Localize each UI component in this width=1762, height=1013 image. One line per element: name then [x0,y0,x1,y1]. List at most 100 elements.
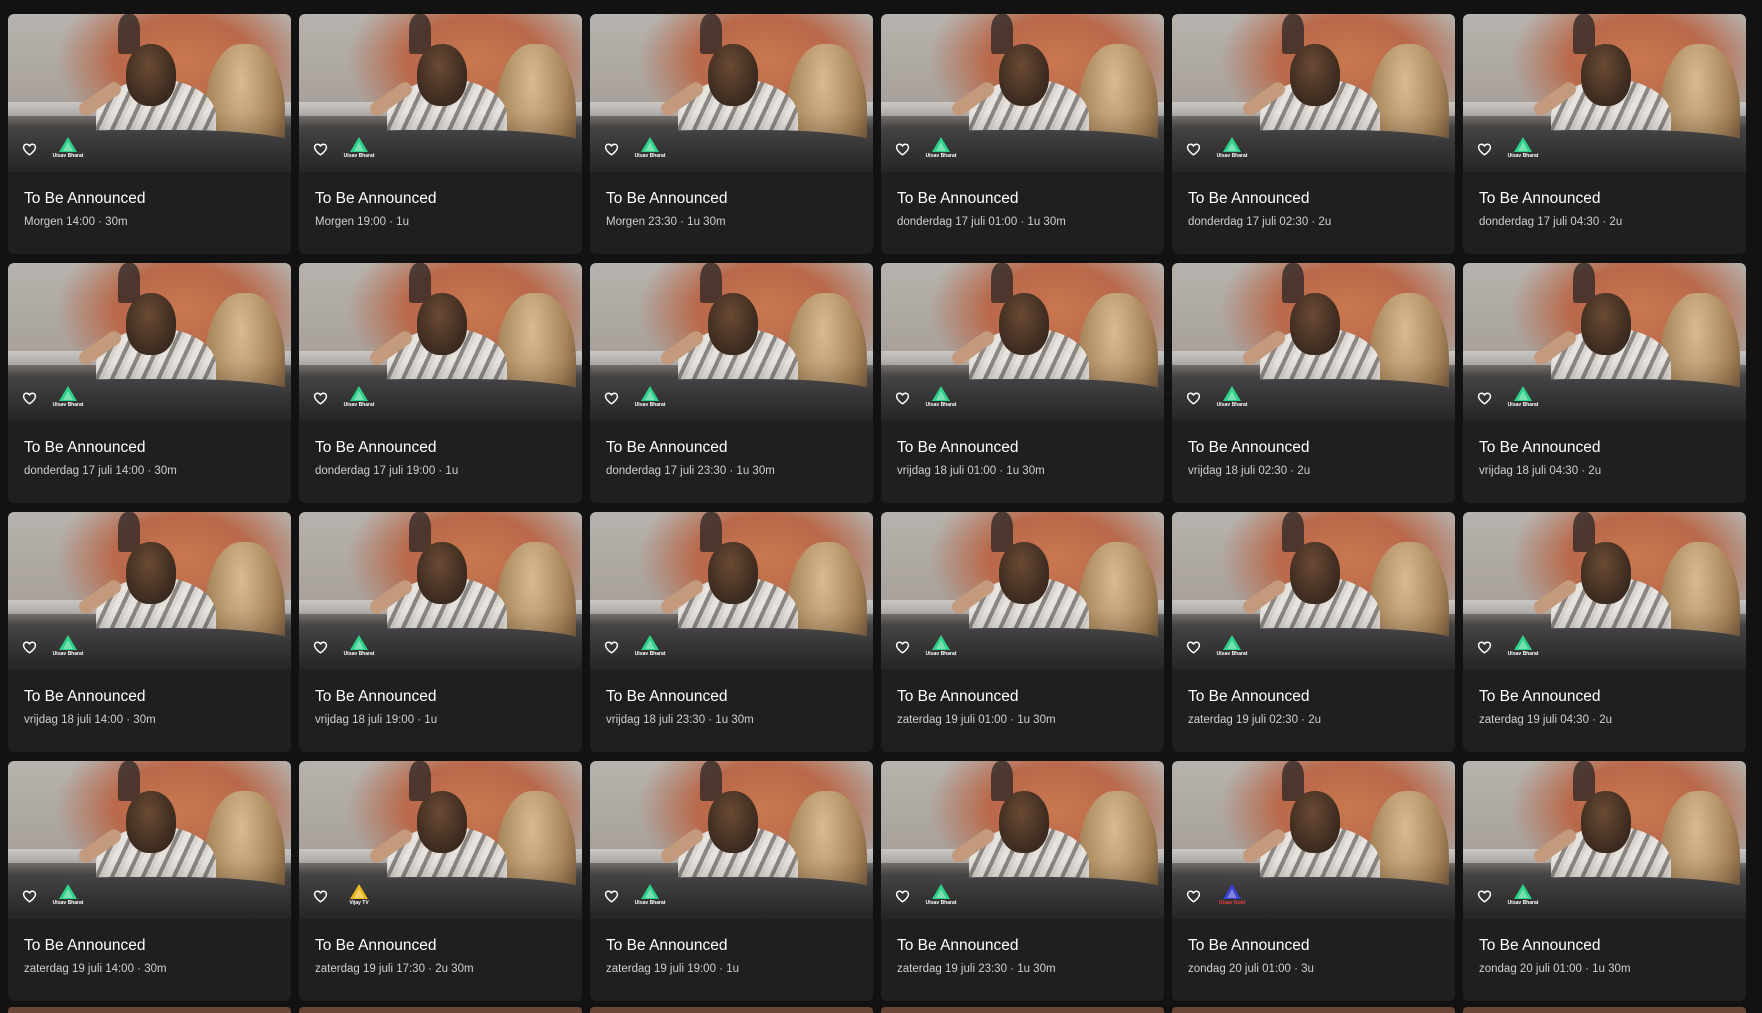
channel-logo-icon: Utsav Bharat [339,136,379,166]
favorite-heart-icon[interactable] [1182,885,1204,907]
peek-card[interactable] [1172,1007,1455,1013]
program-card[interactable]: Utsav Bharat To Be Announced donderdag 1… [590,263,873,503]
channel-name: Utsav Bharat [1216,402,1248,408]
program-card[interactable]: Utsav Bharat To Be Announced donderdag 1… [8,263,291,503]
program-card[interactable]: Utsav Bharat To Be Announced zaterdag 19… [881,512,1164,752]
channel-name: Vijay TV [349,900,369,906]
program-title: To Be Announced [315,190,437,207]
favorite-heart-icon[interactable] [600,138,622,160]
channel-name: Utsav Bharat [52,900,84,906]
channel-name: Utsav Bharat [1507,402,1539,408]
program-thumbnail: Utsav Bharat [299,263,582,421]
favorite-heart-icon[interactable] [891,387,913,409]
favorite-heart-icon[interactable] [1473,636,1495,658]
program-title: To Be Announced [606,937,728,954]
program-schedule: zaterdag 19 juli 04:30 · 2u [1479,714,1612,726]
favorite-heart-icon[interactable] [309,138,331,160]
program-title: To Be Announced [1188,439,1310,456]
favorite-heart-icon[interactable] [18,885,40,907]
favorite-heart-icon[interactable] [891,636,913,658]
program-card[interactable]: Utsav Bharat To Be Announced zaterdag 19… [1172,512,1455,752]
program-card[interactable]: Vijay TV To Be Announced zaterdag 19 jul… [299,761,582,1001]
program-card[interactable]: Utsav Bharat To Be Announced vrijdag 18 … [299,512,582,752]
peek-card[interactable] [590,1007,873,1013]
favorite-heart-icon[interactable] [1473,138,1495,160]
program-card[interactable]: Utsav Bharat To Be Announced zaterdag 19… [1463,512,1746,752]
channel-logo-icon: Utsav Bharat [339,385,379,415]
channel-name: Utsav Bharat [1507,900,1539,906]
peek-card[interactable] [8,1007,291,1013]
program-card[interactable]: Utsav Bharat To Be Announced donderdag 1… [1172,14,1455,254]
channel-logo-icon: Utsav Bharat [1212,136,1252,166]
next-row-peek [8,1007,1746,1013]
program-schedule: zaterdag 19 juli 17:30 · 2u 30m [315,963,474,975]
program-title: To Be Announced [1479,688,1601,705]
favorite-heart-icon[interactable] [600,636,622,658]
favorite-heart-icon[interactable] [1182,636,1204,658]
program-schedule: donderdag 17 juli 14:00 · 30m [24,465,177,477]
program-card[interactable]: Utsav Bharat To Be Announced zondag 20 j… [1463,761,1746,1001]
program-card[interactable]: Utsav Bharat To Be Announced zaterdag 19… [881,761,1164,1001]
peek-card[interactable] [881,1007,1164,1013]
program-card[interactable]: Utsav Bharat To Be Announced vrijdag 18 … [8,512,291,752]
favorite-heart-icon[interactable] [600,885,622,907]
program-card[interactable]: Utsav Bharat To Be Announced donderdag 1… [299,263,582,503]
peek-card[interactable] [299,1007,582,1013]
favorite-heart-icon[interactable] [1182,138,1204,160]
program-title: To Be Announced [897,439,1019,456]
program-title: To Be Announced [24,190,146,207]
program-card[interactable]: Utsav Gold To Be Announced zondag 20 jul… [1172,761,1455,1001]
program-card[interactable]: Utsav Bharat To Be Announced vrijdag 18 … [590,512,873,752]
program-schedule: donderdag 17 juli 01:00 · 1u 30m [897,216,1066,228]
program-card[interactable]: Utsav Bharat To Be Announced donderdag 1… [881,14,1164,254]
program-card[interactable]: Utsav Bharat To Be Announced zaterdag 19… [590,761,873,1001]
program-schedule: vrijdag 18 juli 14:00 · 30m [24,714,156,726]
channel-logo-icon: Utsav Bharat [921,883,961,913]
program-schedule: vrijdag 18 juli 02:30 · 2u [1188,465,1311,477]
program-card[interactable]: Utsav Bharat To Be Announced Morgen 19:0… [299,14,582,254]
channel-name: Utsav Bharat [1507,651,1539,657]
program-thumbnail: Utsav Bharat [8,761,291,919]
favorite-heart-icon[interactable] [1182,387,1204,409]
favorite-heart-icon[interactable] [309,885,331,907]
channel-logo-icon: Utsav Gold [1212,883,1252,913]
favorite-heart-icon[interactable] [309,636,331,658]
program-title: To Be Announced [315,688,437,705]
program-thumbnail: Utsav Bharat [1463,761,1746,919]
favorite-heart-icon[interactable] [18,636,40,658]
favorite-heart-icon[interactable] [18,387,40,409]
channel-logo-icon: Utsav Bharat [48,136,88,166]
channel-logo-icon: Utsav Bharat [1503,136,1543,166]
favorite-heart-icon[interactable] [600,387,622,409]
channel-logo-icon: Utsav Bharat [1212,385,1252,415]
favorite-heart-icon[interactable] [891,885,913,907]
favorite-heart-icon[interactable] [309,387,331,409]
channel-logo-icon: Utsav Bharat [630,136,670,166]
program-card[interactable]: Utsav Bharat To Be Announced donderdag 1… [1463,14,1746,254]
channel-name: Utsav Bharat [1507,153,1539,159]
program-title: To Be Announced [1479,439,1601,456]
program-title: To Be Announced [1188,688,1310,705]
program-thumbnail: Utsav Bharat [1172,263,1455,421]
program-card[interactable]: Utsav Bharat To Be Announced vrijdag 18 … [1463,263,1746,503]
program-schedule: donderdag 17 juli 02:30 · 2u [1188,216,1332,228]
channel-name: Utsav Bharat [1216,153,1248,159]
program-thumbnail: Utsav Bharat [881,761,1164,919]
favorite-heart-icon[interactable] [1473,387,1495,409]
program-card[interactable]: Utsav Bharat To Be Announced vrijdag 18 … [1172,263,1455,503]
program-schedule: zondag 20 juli 01:00 · 3u [1188,963,1314,975]
program-card[interactable]: Utsav Bharat To Be Announced Morgen 23:3… [590,14,873,254]
peek-card[interactable] [1463,1007,1746,1013]
favorite-heart-icon[interactable] [891,138,913,160]
channel-name: Utsav Gold [1218,900,1246,906]
channel-logo-icon: Utsav Bharat [630,634,670,664]
program-thumbnail: Utsav Bharat [881,263,1164,421]
favorite-heart-icon[interactable] [1473,885,1495,907]
program-card[interactable]: Utsav Bharat To Be Announced zaterdag 19… [8,761,291,1001]
program-thumbnail: Utsav Bharat [1463,14,1746,172]
program-card[interactable]: Utsav Bharat To Be Announced Morgen 14:0… [8,14,291,254]
favorite-heart-icon[interactable] [18,138,40,160]
program-title: To Be Announced [315,439,437,456]
program-card[interactable]: Utsav Bharat To Be Announced vrijdag 18 … [881,263,1164,503]
program-thumbnail: Utsav Bharat [1172,512,1455,670]
